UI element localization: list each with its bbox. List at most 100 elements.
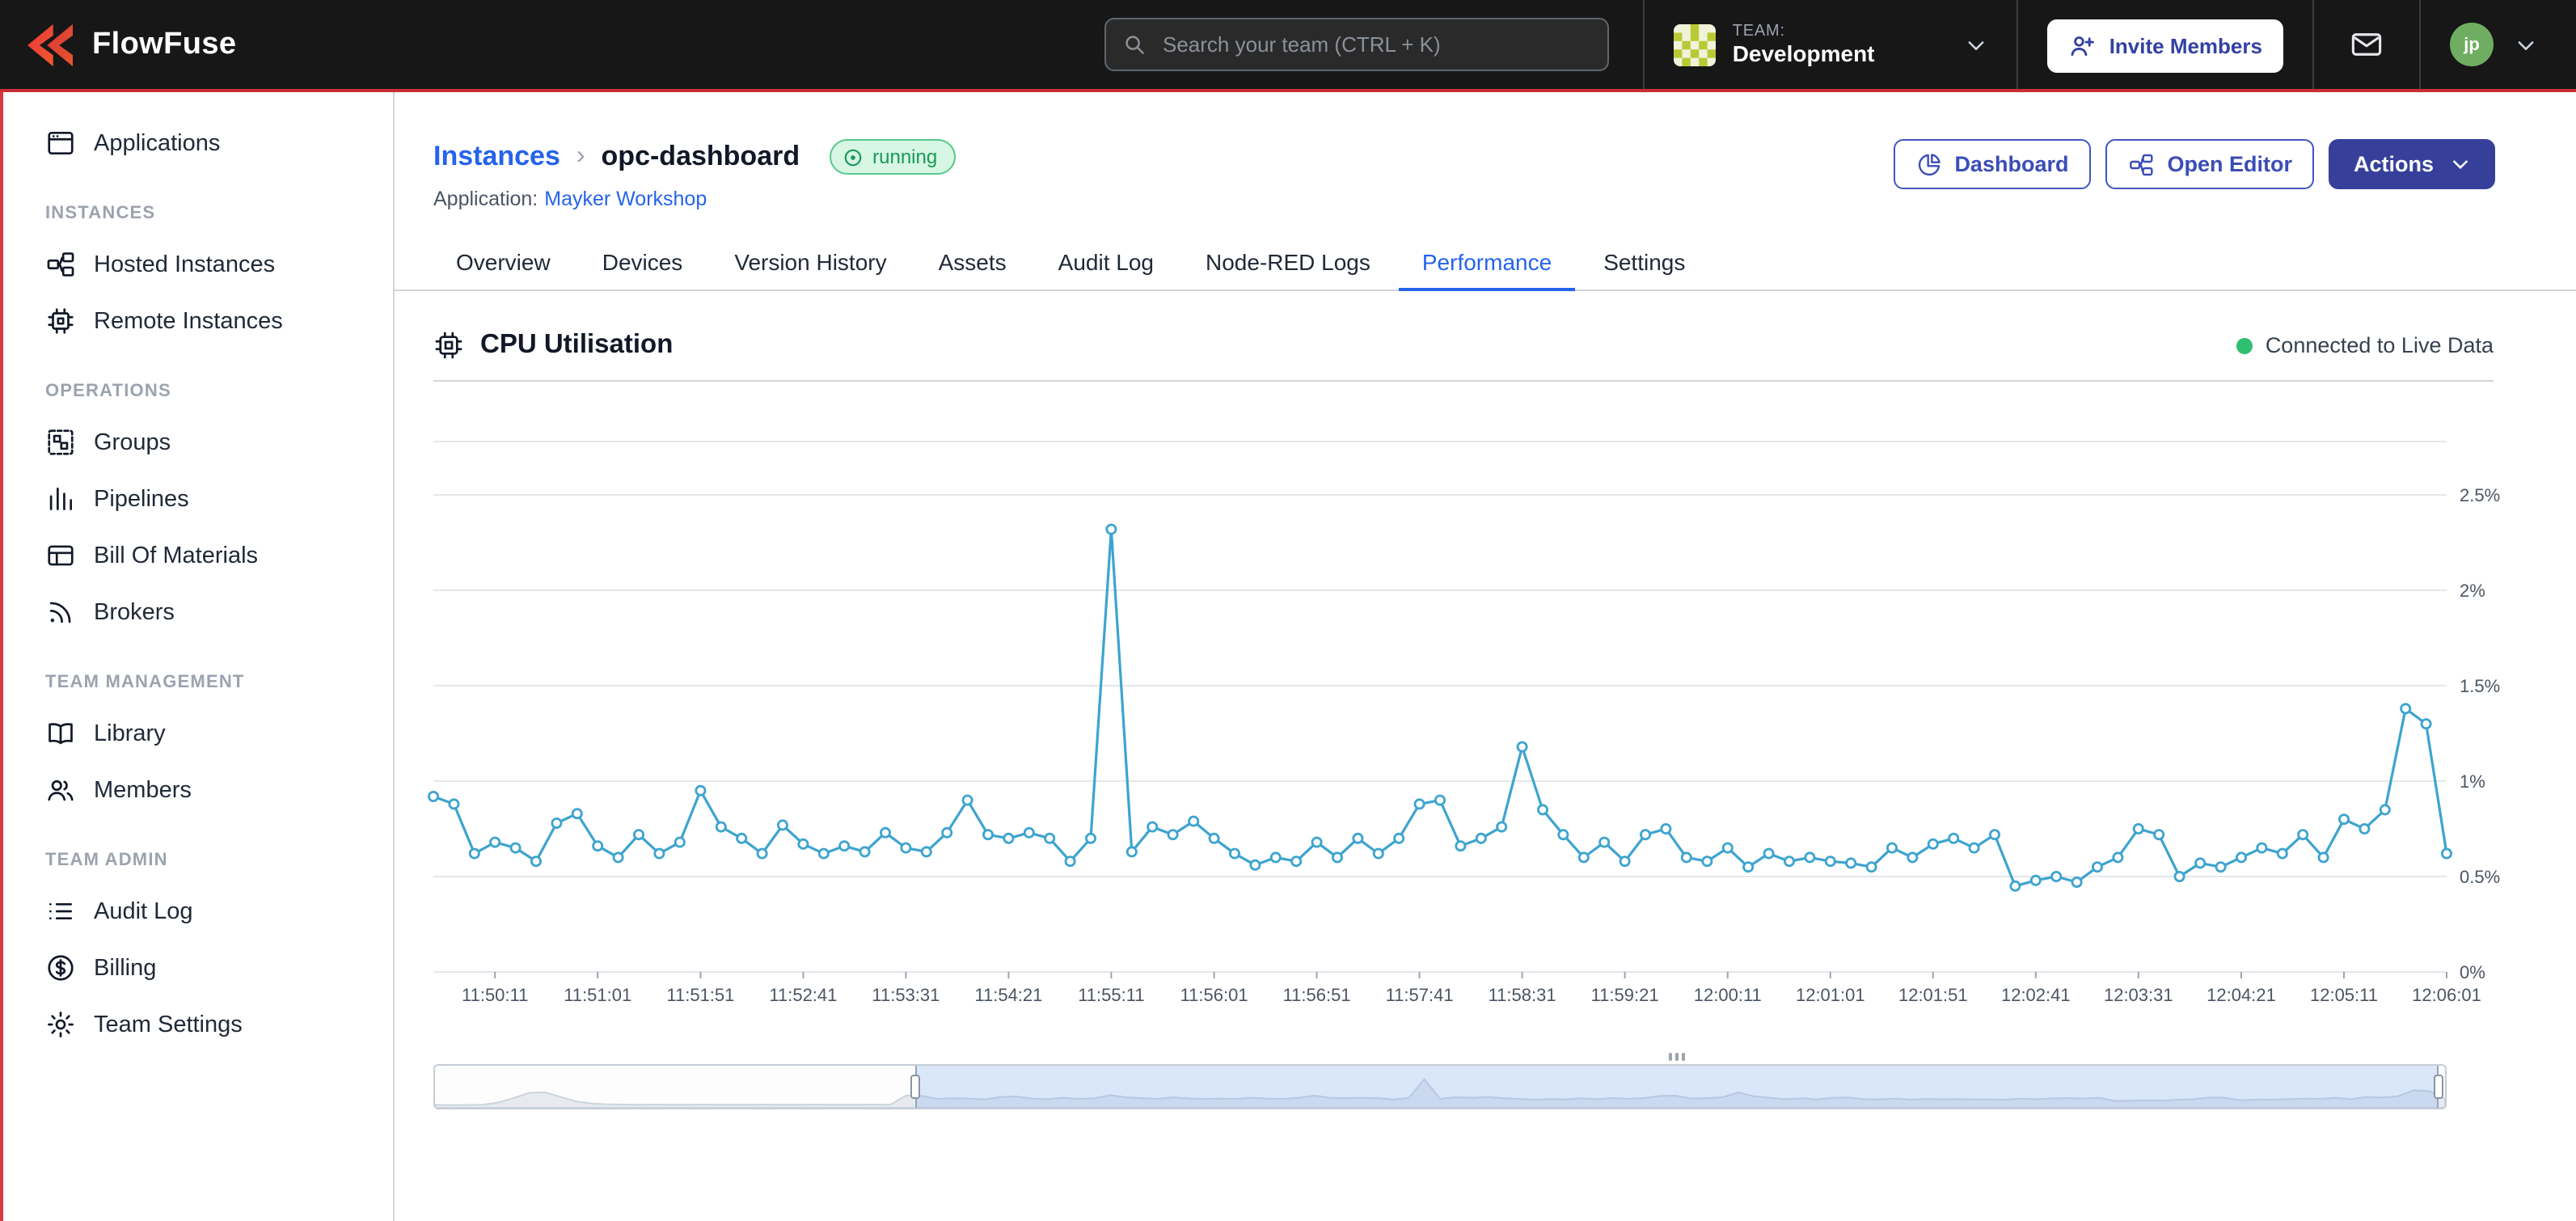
cpu-series-point <box>1189 817 1198 826</box>
sidebar-item-library[interactable]: Library <box>3 705 393 762</box>
flowfuse-logo-icon <box>23 22 78 67</box>
tab-version-history[interactable]: Version History <box>712 236 909 291</box>
cpu-series-point <box>2401 704 2410 713</box>
sidebar-section-team-management: TEAM MANAGEMENT <box>45 673 393 692</box>
cpu-series-point <box>634 830 643 839</box>
x-tick-label: 12:02:41 <box>2001 985 2071 1005</box>
x-tick-label: 11:53:31 <box>872 985 940 1005</box>
cpu-series-point <box>1353 834 1362 843</box>
chevron-down-icon <box>2450 154 2471 175</box>
cpu-series-point <box>1826 857 1835 866</box>
cpu-series-point <box>1312 838 1321 847</box>
sidebar-item-label: Members <box>94 777 192 803</box>
cpu-series-point <box>737 834 746 843</box>
cpu-icon <box>433 330 464 361</box>
cpu-series-point <box>1600 838 1609 847</box>
billing-icon <box>45 953 76 983</box>
cpu-panel: CPU Utilisation Connected to Live Data 0… <box>433 330 2494 1109</box>
dashboard-button[interactable]: Dashboard <box>1893 139 2091 189</box>
sidebar-item-hosted-instances[interactable]: Hosted Instances <box>3 236 393 293</box>
panel-header: CPU Utilisation Connected to Live Data <box>433 330 2494 382</box>
user-menu[interactable]: jp <box>2421 0 2547 89</box>
home-link[interactable]: FlowFuse <box>23 22 236 67</box>
cpu-series-point <box>2422 720 2430 729</box>
search-input[interactable] <box>1159 31 1591 58</box>
tab-settings[interactable]: Settings <box>1581 236 1708 291</box>
flowfuse-app: FlowFuse <box>0 0 2576 1221</box>
x-tick-label: 12:06:01 <box>2412 985 2481 1005</box>
y-tick-label: 0% <box>2460 962 2485 982</box>
actions-button[interactable]: Actions <box>2329 139 2495 189</box>
cpu-series-point <box>696 786 705 795</box>
status-badge: running <box>829 139 955 175</box>
chevron-down-icon <box>1966 33 1988 56</box>
panel-title: CPU Utilisation <box>480 330 673 361</box>
live-status: Connected to Live Data <box>2236 333 2494 357</box>
cpu-series-point <box>1579 853 1588 862</box>
cpu-series-point <box>902 843 910 852</box>
topbar-right: TEAM: Development Invite Members <box>1644 0 2547 89</box>
cpu-series-point <box>1949 834 1958 843</box>
breadcrumb: Instances › opc-dashboard running <box>433 139 955 175</box>
sidebar-item-remote-instances[interactable]: Remote Instances <box>3 293 393 349</box>
navigator-drag-grip[interactable] <box>1669 1053 1685 1061</box>
cpu-series-point <box>2031 876 2040 885</box>
cpu-series-point <box>491 838 500 847</box>
search-icon <box>1122 32 1147 57</box>
tab-assets[interactable]: Assets <box>916 236 1029 291</box>
sidebar-item-bill-of-materials[interactable]: Bill Of Materials <box>3 527 393 584</box>
tab-audit-log[interactable]: Audit Log <box>1036 236 1176 291</box>
cpu-series-point <box>1395 834 1404 843</box>
navigator-selection[interactable] <box>915 1066 2439 1108</box>
team-name: Development <box>1733 40 1875 66</box>
cpu-series-point <box>1024 828 1033 837</box>
cpu-series-point <box>1045 834 1054 843</box>
applications-icon <box>45 128 76 158</box>
cpu-series-point <box>2442 849 2451 858</box>
cpu-series-point <box>1435 796 1444 805</box>
sidebar-item-label: Remote Instances <box>94 308 283 334</box>
library-icon <box>45 718 76 749</box>
cpu-series-point <box>1004 834 1013 843</box>
tab-overview[interactable]: Overview <box>433 236 573 291</box>
sidebar-item-applications[interactable]: Applications <box>3 115 393 171</box>
cpu-series-point <box>1518 742 1527 751</box>
sidebar-item-audit-log[interactable]: Audit Log <box>3 883 393 940</box>
cpu-series-point <box>655 849 664 858</box>
breadcrumb-instances-link[interactable]: Instances <box>433 141 560 173</box>
cpu-series-point <box>1086 834 1095 843</box>
cpu-series-point <box>2278 849 2287 858</box>
cpu-series-point <box>2072 877 2081 886</box>
sidebar-item-label: Bill Of Materials <box>94 543 258 568</box>
cpu-series-point <box>880 828 889 837</box>
navigator-handle-right[interactable] <box>2435 1075 2444 1099</box>
sidebar-item-members[interactable]: Members <box>3 762 393 818</box>
sidebar-item-billing[interactable]: Billing <box>3 940 393 996</box>
cpu-series-point <box>716 822 725 831</box>
tab-performance[interactable]: Performance <box>1400 236 1574 291</box>
application-link[interactable]: Mayker Workshop <box>544 188 707 210</box>
sidebar-item-label: Billing <box>94 955 156 981</box>
cpu-chart: 0%0.5%1%1.5%2%2.5%11:50:1111:51:0111:51:… <box>433 393 2511 1027</box>
sidebar-item-brokers[interactable]: Brokers <box>3 584 393 640</box>
remote-instances-icon <box>45 306 76 336</box>
x-tick-label: 12:01:01 <box>1796 985 1865 1005</box>
team-selector[interactable]: TEAM: Development <box>1645 0 2017 89</box>
sidebar-item-pipelines[interactable]: Pipelines <box>3 471 393 527</box>
brokers-icon <box>45 597 76 627</box>
cpu-series-point <box>1703 857 1712 866</box>
cpu-series-point <box>1271 853 1280 862</box>
sidebar-item-groups[interactable]: Groups <box>3 414 393 471</box>
tab-node-red-logs[interactable]: Node-RED Logs <box>1183 236 1393 291</box>
sidebar-item-team-settings[interactable]: Team Settings <box>3 996 393 1053</box>
navigator-handle-left[interactable] <box>910 1075 920 1099</box>
sidebar: ApplicationsINSTANCESHosted InstancesRem… <box>0 92 395 1221</box>
open-editor-button[interactable]: Open Editor <box>2105 139 2315 189</box>
tab-devices[interactable]: Devices <box>580 236 706 291</box>
cpu-series-point <box>1805 853 1814 862</box>
cpu-series-point <box>1744 863 1753 872</box>
invite-members-button[interactable]: Invite Members <box>2048 19 2283 73</box>
notifications-mail-icon[interactable] <box>2314 0 2419 89</box>
cpu-series-point <box>1867 863 1876 872</box>
chart-navigator[interactable] <box>433 1064 2447 1109</box>
